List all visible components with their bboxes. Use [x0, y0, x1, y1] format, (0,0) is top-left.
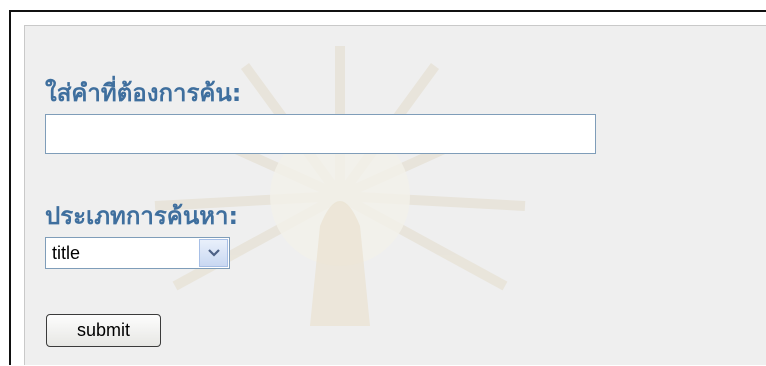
search-panel: ใส่คำที่ต้องการค้น: ประเภทการค้นหา: titl… [24, 25, 766, 365]
chevron-down-icon [207, 249, 220, 257]
search-type-selected-value: title [52, 243, 81, 263]
submit-button[interactable]: submit [46, 314, 161, 347]
select-arrow-button[interactable] [199, 239, 228, 267]
search-input[interactable] [45, 114, 596, 154]
search-type-label: ประเภทการค้นหา: [45, 202, 239, 230]
query-label: ใส่คำที่ต้องการค้น: [45, 79, 242, 107]
seal-watermark-icon [154, 46, 526, 326]
search-type-select[interactable]: title [45, 237, 230, 269]
